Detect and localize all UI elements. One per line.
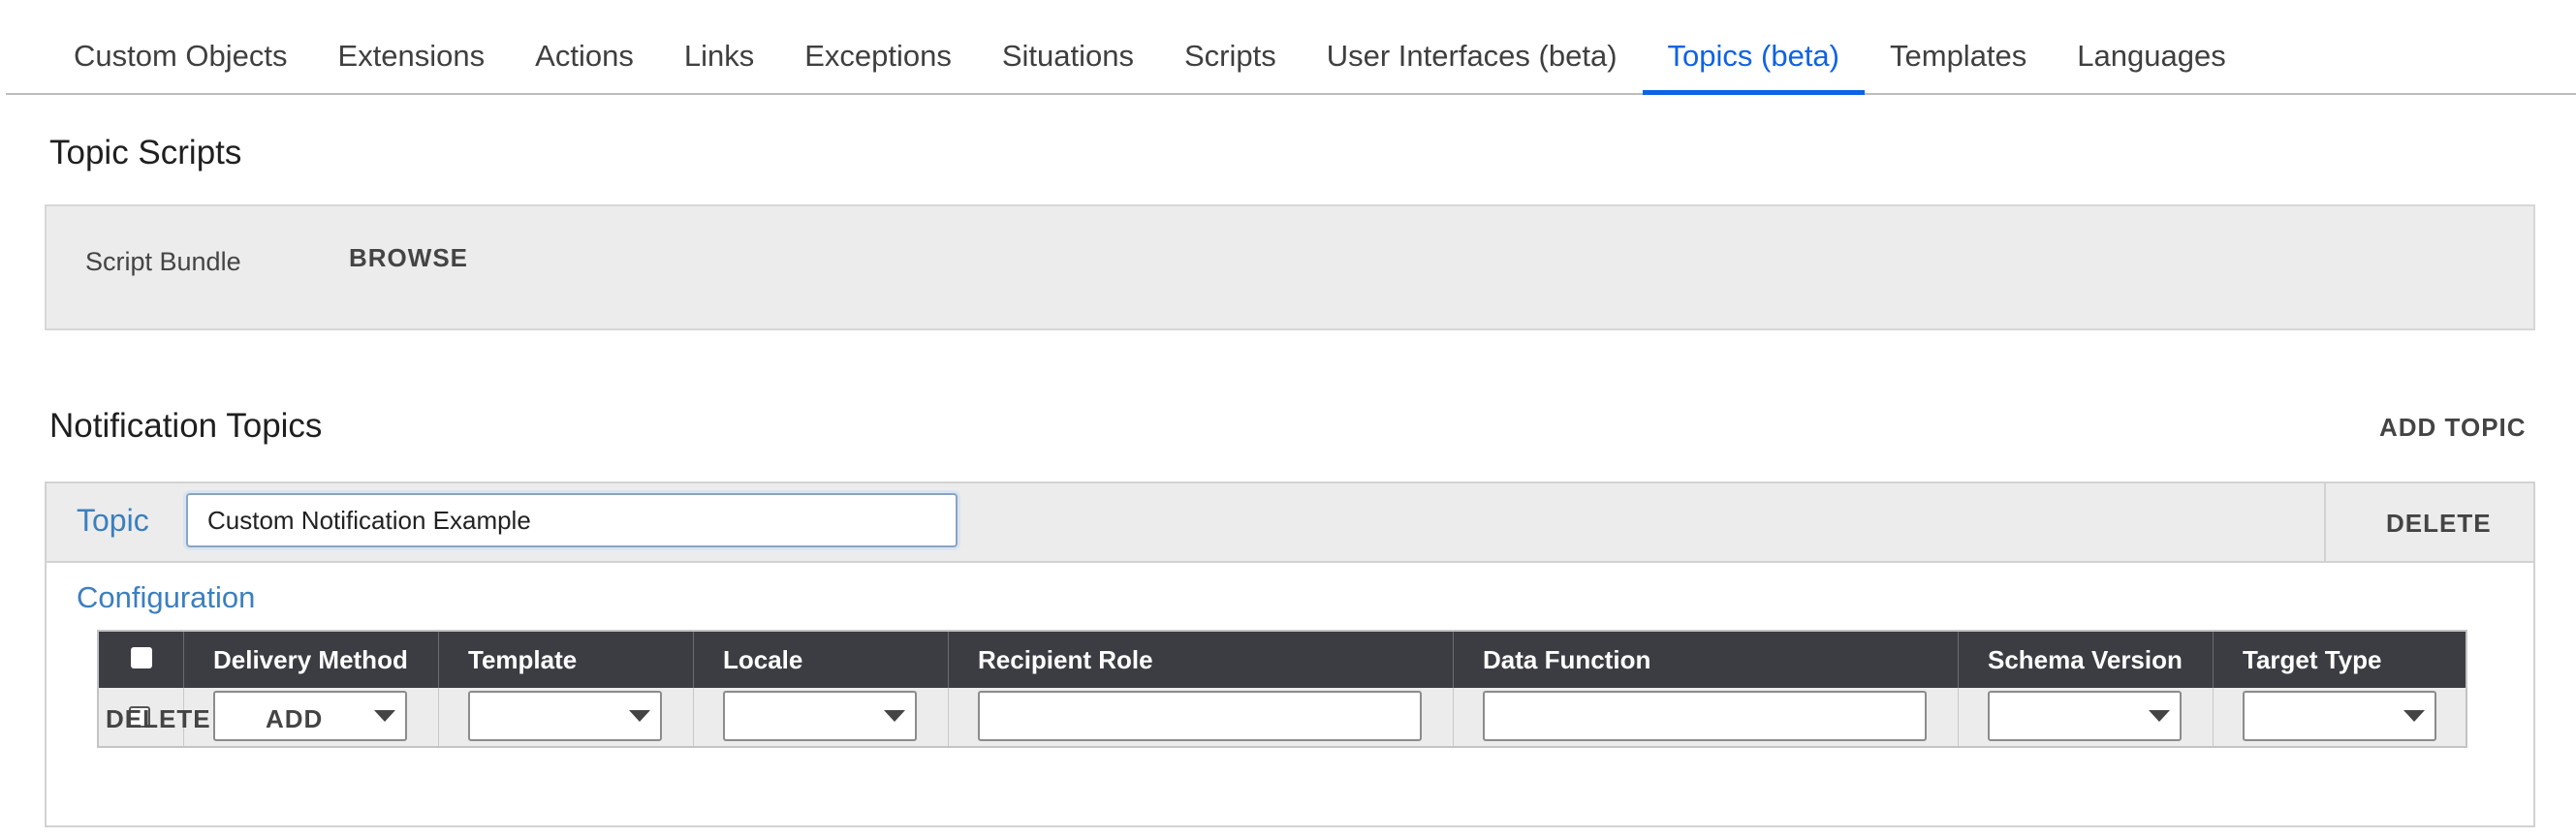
tab-topics[interactable]: Topics (beta) — [1642, 0, 1866, 95]
column-header-recipient-role[interactable]: Recipient Role — [949, 632, 1454, 688]
column-header-locale[interactable]: Locale — [694, 632, 949, 688]
script-bundle-panel: Script Bundle BROWSE — [45, 204, 2535, 330]
template-cell — [439, 688, 694, 746]
tab-scripts[interactable]: Scripts — [1159, 0, 1302, 93]
recipient-role-cell — [949, 688, 1454, 746]
column-header-delivery-method[interactable]: Delivery Method — [184, 632, 439, 688]
tab-links[interactable]: Links — [659, 0, 779, 93]
column-header-schema-version[interactable]: Schema Version — [1959, 632, 2214, 688]
script-bundle-label: Script Bundle — [85, 247, 241, 276]
chevron-down-icon — [2149, 710, 2170, 722]
topic-label: Topic — [77, 503, 149, 538]
tab-user-interfaces[interactable]: User Interfaces (beta) — [1302, 0, 1643, 93]
topic-card: Topic DELETE Configuration Delivery Meth… — [45, 482, 2535, 827]
tab-languages[interactable]: Languages — [2052, 0, 2250, 93]
select-all-checkbox[interactable] — [131, 647, 152, 668]
configuration-grid: Delivery Method Template Locale Recipien… — [97, 630, 2467, 748]
data-function-cell — [1454, 688, 1959, 746]
tab-exceptions[interactable]: Exceptions — [779, 0, 977, 93]
column-header-data-function[interactable]: Data Function — [1454, 632, 1959, 688]
column-header-target-type[interactable]: Target Type — [2214, 632, 2466, 688]
tab-actions[interactable]: Actions — [510, 0, 659, 93]
chevron-down-icon — [629, 710, 650, 722]
add-row-button[interactable]: ADD — [266, 704, 323, 734]
select-all-header-cell — [99, 632, 184, 688]
topic-delete-cell: DELETE — [2324, 483, 2533, 561]
configuration-label: Configuration — [77, 580, 256, 614]
tab-list: Custom Objects Extensions Actions Links … — [48, 0, 2251, 95]
topic-name-input[interactable] — [186, 493, 958, 547]
locale-select[interactable] — [723, 691, 917, 741]
schema-version-select[interactable] — [1988, 691, 2182, 741]
delete-row-button[interactable]: DELETE — [106, 704, 211, 734]
data-function-input[interactable] — [1483, 691, 1927, 741]
chevron-down-icon — [884, 710, 905, 722]
topic-scripts-heading: Topic Scripts — [49, 134, 242, 171]
delete-topic-button[interactable]: DELETE — [2386, 509, 2492, 539]
tab-templates[interactable]: Templates — [1865, 0, 2052, 93]
grid-header-row: Delivery Method Template Locale Recipien… — [99, 632, 2466, 688]
target-type-select[interactable] — [2243, 691, 2436, 741]
notification-topics-heading: Notification Topics — [49, 407, 323, 445]
locale-cell — [694, 688, 949, 746]
topic-header: Topic DELETE — [47, 483, 2533, 563]
schema-version-cell — [1959, 688, 2214, 746]
add-topic-button[interactable]: ADD TOPIC — [2379, 413, 2527, 443]
column-header-template[interactable]: Template — [439, 632, 694, 688]
recipient-role-input[interactable] — [978, 691, 1422, 741]
tab-situations[interactable]: Situations — [977, 0, 1159, 93]
tab-custom-objects[interactable]: Custom Objects — [48, 0, 313, 93]
tab-extensions[interactable]: Extensions — [313, 0, 511, 93]
tab-bar: Custom Objects Extensions Actions Links … — [6, 0, 2576, 95]
target-type-cell — [2214, 688, 2466, 746]
chevron-down-icon — [2403, 710, 2425, 722]
chevron-down-icon — [374, 710, 395, 722]
browse-button[interactable]: BROWSE — [349, 243, 468, 273]
template-select[interactable] — [468, 691, 662, 741]
